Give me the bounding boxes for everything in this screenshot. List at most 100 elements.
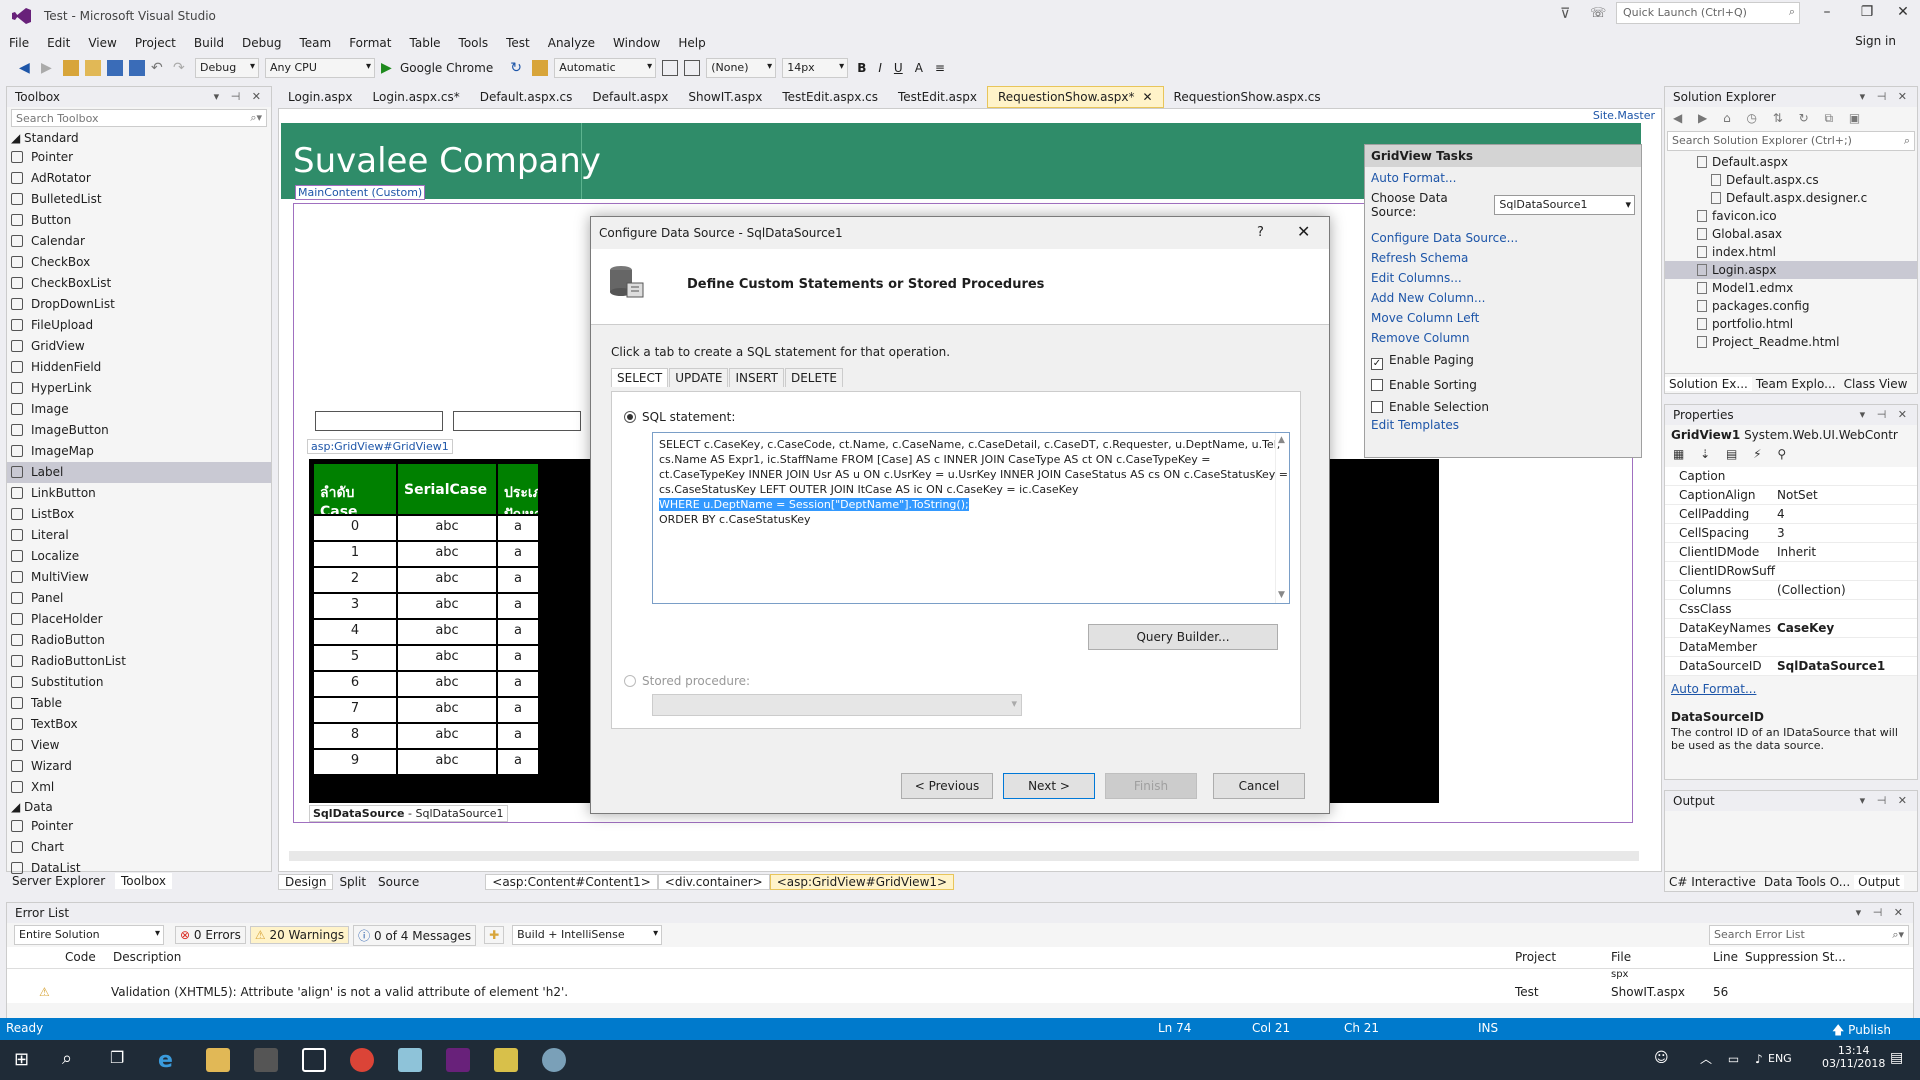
menu-view[interactable]: View bbox=[88, 36, 116, 50]
forward-icon[interactable]: ▶ bbox=[41, 60, 57, 76]
tab-toolbox[interactable]: Toolbox bbox=[114, 873, 172, 889]
tree-item[interactable]: Model1.edmx bbox=[1665, 279, 1917, 297]
solution-search-input[interactable]: Search Solution Explorer (Ctrl+;) ⌕ bbox=[1667, 131, 1915, 151]
tab-design[interactable]: Design bbox=[278, 874, 334, 890]
toolbox-item-button[interactable]: Button bbox=[7, 210, 271, 231]
toolbox-section-standard[interactable]: ◢ Standard bbox=[7, 129, 271, 147]
breadcrumb-content[interactable]: <asp:Content#Content1> bbox=[485, 874, 658, 890]
font-color-icon[interactable]: A bbox=[915, 61, 923, 75]
doc-tab-5[interactable]: TestEdit.aspx.cs bbox=[772, 87, 888, 107]
error-search-input[interactable]: Search Error List ⌕▾ bbox=[1709, 925, 1909, 945]
sqldatasource-tag[interactable]: SqlDataSource - SqlDataSource1 bbox=[309, 805, 508, 822]
position-select[interactable]: Automatic bbox=[554, 58, 657, 78]
toolbox-item-hiddenfield[interactable]: HiddenField bbox=[7, 357, 271, 378]
gv-task-link-1[interactable]: Refresh Schema bbox=[1365, 245, 1641, 265]
column-code[interactable]: Code bbox=[65, 950, 96, 964]
dialog-close-button[interactable]: ✕ bbox=[1297, 222, 1310, 241]
app-icon[interactable] bbox=[398, 1048, 422, 1072]
errors-filter-button[interactable]: ⊗ 0 Errors bbox=[175, 926, 246, 944]
menu-test[interactable]: Test bbox=[506, 36, 530, 50]
toolbox-item-imagemap[interactable]: ImageMap bbox=[7, 441, 271, 462]
grid-header-0[interactable]: ลำดับ Case bbox=[313, 463, 397, 515]
gv-task-check-2[interactable]: Enable Selection bbox=[1365, 392, 1641, 414]
stored-procedure-option[interactable]: Stored procedure: bbox=[624, 674, 750, 688]
toolbox-item-textbox[interactable]: TextBox bbox=[7, 714, 271, 735]
properties-toolbar[interactable]: ▦ ⇣ ▤ ⚡ ⚲ bbox=[1665, 445, 1917, 467]
property-row[interactable]: CaptionAlign NotSet bbox=[1665, 486, 1917, 505]
toolbox-item-radiobuttonlist[interactable]: RadioButtonList bbox=[7, 651, 271, 672]
toolbox-item-gridview[interactable]: GridView bbox=[7, 336, 271, 357]
tab-output[interactable]: Output bbox=[1854, 874, 1904, 889]
tree-item[interactable]: portfolio.html bbox=[1665, 315, 1917, 333]
gv-task-link-2[interactable]: Edit Columns... bbox=[1365, 265, 1641, 285]
gv-task-link-5[interactable]: Remove Column bbox=[1365, 325, 1641, 345]
grid-header-2[interactable]: ประเภทปัญหา bbox=[497, 463, 539, 515]
property-row[interactable]: Columns (Collection) bbox=[1665, 581, 1917, 600]
app3-icon[interactable] bbox=[542, 1048, 566, 1072]
horizontal-scrollbar[interactable] bbox=[289, 851, 1639, 861]
menu-help[interactable]: Help bbox=[678, 36, 705, 50]
checkbox-icon[interactable] bbox=[1371, 379, 1383, 391]
close-icon[interactable]: ✕ bbox=[1142, 90, 1152, 104]
properties-object-select[interactable]: GridView1 System.Web.UI.WebContr bbox=[1665, 425, 1917, 445]
toolbox-data-item-chart[interactable]: Chart bbox=[7, 837, 271, 858]
publish-button[interactable]: 🡅 Publish bbox=[1832, 1021, 1891, 1042]
doc-tab-8[interactable]: RequestionShow.aspx.cs bbox=[1164, 87, 1331, 107]
finish-button[interactable]: Finish bbox=[1105, 773, 1197, 799]
bold-icon[interactable]: B bbox=[857, 61, 866, 75]
menu-project[interactable]: Project bbox=[135, 36, 176, 50]
build-filter-select[interactable]: Build + IntelliSense bbox=[512, 925, 663, 945]
pin-icon[interactable]: ▾ ⊣ ✕ bbox=[1860, 90, 1911, 103]
tab-class-view[interactable]: Class View bbox=[1840, 377, 1912, 391]
menu-build[interactable]: Build bbox=[194, 36, 224, 50]
sql-statement-radio[interactable] bbox=[624, 411, 636, 423]
doc-tab-4[interactable]: ShowIT.aspx bbox=[678, 87, 772, 107]
tab-server-explorer[interactable]: Server Explorer bbox=[6, 873, 111, 889]
tab-team-explorer[interactable]: Team Explo... bbox=[1752, 377, 1840, 391]
column-description[interactable]: Description bbox=[113, 950, 181, 964]
back-icon[interactable]: ◀ bbox=[19, 60, 35, 76]
toolbox-item-image[interactable]: Image bbox=[7, 399, 271, 420]
snap-icon[interactable] bbox=[684, 60, 701, 76]
gv-task-link-0[interactable]: Configure Data Source... bbox=[1365, 225, 1641, 245]
filter-toggle-icon[interactable]: ✚ bbox=[484, 926, 505, 944]
data-source-select[interactable]: SqlDataSource1 bbox=[1494, 195, 1635, 215]
sql-scrollbar[interactable]: ▲ ▼ bbox=[1275, 433, 1289, 603]
textbox-2[interactable] bbox=[453, 411, 581, 431]
toolbox-item-localize[interactable]: Localize bbox=[7, 546, 271, 567]
toolbox-item-hyperlink[interactable]: HyperLink bbox=[7, 378, 271, 399]
tree-item[interactable]: Default.aspx.designer.c bbox=[1665, 189, 1917, 207]
breadcrumb-container[interactable]: <div.container> bbox=[657, 874, 770, 890]
tab-csharp-interactive[interactable]: C# Interactive bbox=[1665, 875, 1760, 889]
property-row[interactable]: CellSpacing 3 bbox=[1665, 524, 1917, 543]
site-master-link[interactable]: Site.Master bbox=[1593, 109, 1655, 122]
language-indicator[interactable]: ENG bbox=[1768, 1052, 1792, 1065]
tree-item[interactable]: packages.config bbox=[1665, 297, 1917, 315]
stored-procedure-radio[interactable] bbox=[624, 675, 636, 687]
minimize-button[interactable]: – bbox=[1810, 4, 1844, 26]
column-file[interactable]: File bbox=[1611, 950, 1631, 964]
checkbox-icon[interactable] bbox=[1371, 401, 1383, 413]
property-row[interactable]: DataMember bbox=[1665, 638, 1917, 657]
config-select[interactable]: Debug bbox=[195, 58, 259, 78]
tree-item[interactable]: Project_Readme.html bbox=[1665, 333, 1917, 351]
toolbox-section-data[interactable]: ◢ Data bbox=[7, 798, 271, 816]
undo-icon[interactable]: ↶ bbox=[151, 60, 167, 76]
column-project[interactable]: Project bbox=[1515, 950, 1556, 964]
filter-icon[interactable]: ⊽ bbox=[1560, 6, 1570, 22]
task-view-icon[interactable]: ❐ bbox=[110, 1048, 124, 1067]
property-row[interactable]: ClientIDRowSuff bbox=[1665, 562, 1917, 581]
browser-select[interactable]: Google Chrome bbox=[400, 61, 493, 75]
properties-auto-format-link[interactable]: Auto Format... bbox=[1665, 676, 1917, 696]
menu-tools[interactable]: Tools bbox=[459, 36, 489, 50]
tree-item[interactable]: favicon.ico bbox=[1665, 207, 1917, 225]
menu-window[interactable]: Window bbox=[613, 36, 660, 50]
menu-table[interactable]: Table bbox=[410, 36, 441, 50]
notifications-icon[interactable]: ▤ bbox=[1890, 1050, 1903, 1066]
tree-item[interactable]: Default.aspx bbox=[1665, 153, 1917, 171]
tab-split[interactable]: Split bbox=[333, 875, 372, 889]
tree-item[interactable]: index.html bbox=[1665, 243, 1917, 261]
menu-edit[interactable]: Edit bbox=[47, 36, 70, 50]
doc-tab-2[interactable]: Default.aspx.cs bbox=[470, 87, 583, 107]
toolbox-item-dropdownlist[interactable]: DropDownList bbox=[7, 294, 271, 315]
